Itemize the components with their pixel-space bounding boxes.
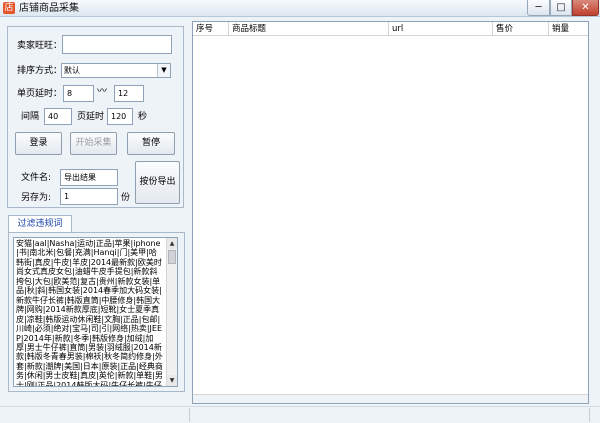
window-title: 店铺商品采集	[19, 3, 79, 14]
status-segment-left	[0, 408, 190, 422]
seconds-label: 秒	[138, 112, 148, 122]
filter-tab-panel: 安猫|aal|Nasha|运动|正品|苹果|iphone|书|南北米|包餐|充满…	[8, 232, 185, 392]
scroll-thumb[interactable]	[168, 250, 176, 264]
filename-label: 文件名:	[21, 173, 52, 183]
status-segment-right	[190, 408, 590, 422]
results-table[interactable]: 序号 商品标题 url 售价 销量	[192, 21, 589, 404]
export-by-parts-button[interactable]: 按份导出	[135, 161, 180, 204]
interval-label: 间隔	[21, 112, 40, 122]
delay-range-separator: 〰	[97, 86, 107, 97]
save-as-input[interactable]: 1	[60, 188, 118, 205]
filter-words-textarea[interactable]: 安猫|aal|Nasha|运动|正品|苹果|iphone|书|南北米|包餐|充满…	[13, 237, 178, 387]
table-horizontal-scrollbar[interactable]	[193, 394, 588, 403]
seller-label: 卖家旺旺：	[17, 41, 63, 51]
column-header-index[interactable]: 序号	[193, 22, 229, 36]
column-header-price[interactable]: 售价	[493, 22, 549, 36]
status-bar	[0, 406, 600, 423]
login-button[interactable]: 登录	[15, 132, 62, 155]
page-delay-input[interactable]: 120	[107, 108, 133, 125]
table-header: 序号 商品标题 url 售价 销量	[193, 22, 588, 36]
scroll-up-icon[interactable]: ▲	[167, 238, 177, 249]
pause-button[interactable]: 暂停	[127, 132, 175, 155]
parts-label: 份	[121, 193, 131, 203]
close-button[interactable]: ✕	[572, 0, 599, 16]
chevron-down-icon[interactable]: ▼	[157, 64, 170, 77]
delay-label: 单页延时：	[17, 89, 63, 99]
interval-input[interactable]: 40	[44, 108, 72, 125]
title-bar: 店 店铺商品采集 ─ □ ✕	[0, 0, 600, 17]
column-header-url[interactable]: url	[389, 22, 493, 36]
settings-panel: 卖家旺旺： 排序方式： 默认 ▼ 单页延时： 8 〰 12 间隔 40 页延时 …	[7, 26, 184, 208]
sort-label: 排序方式：	[17, 66, 63, 76]
save-as-label: 另存为:	[21, 193, 52, 203]
tab-filter-words[interactable]: 过滤违规词	[8, 215, 72, 233]
seller-input[interactable]	[62, 35, 172, 54]
maximize-button[interactable]: □	[550, 0, 572, 16]
app-icon: 店	[3, 2, 15, 14]
column-header-sales[interactable]: 销量	[549, 22, 588, 36]
delay-min-input[interactable]: 8	[63, 85, 94, 102]
column-header-title[interactable]: 商品标题	[229, 22, 389, 36]
filter-words-text: 安猫|aal|Nasha|运动|正品|苹果|iphone|书|南北米|包餐|充满…	[16, 239, 163, 387]
filter-vertical-scrollbar[interactable]: ▲ ▼	[166, 238, 177, 386]
delay-max-input[interactable]: 12	[114, 85, 144, 102]
sort-select[interactable]: 默认 ▼	[61, 63, 171, 78]
sort-select-value: 默认	[64, 66, 80, 75]
minimize-button[interactable]: ─	[527, 0, 550, 16]
start-scrape-button[interactable]: 开始采集	[70, 132, 117, 155]
scroll-down-icon[interactable]: ▼	[167, 375, 177, 386]
filename-input[interactable]: 导出结果	[60, 169, 118, 186]
page-delay-label: 页延时	[77, 112, 105, 122]
